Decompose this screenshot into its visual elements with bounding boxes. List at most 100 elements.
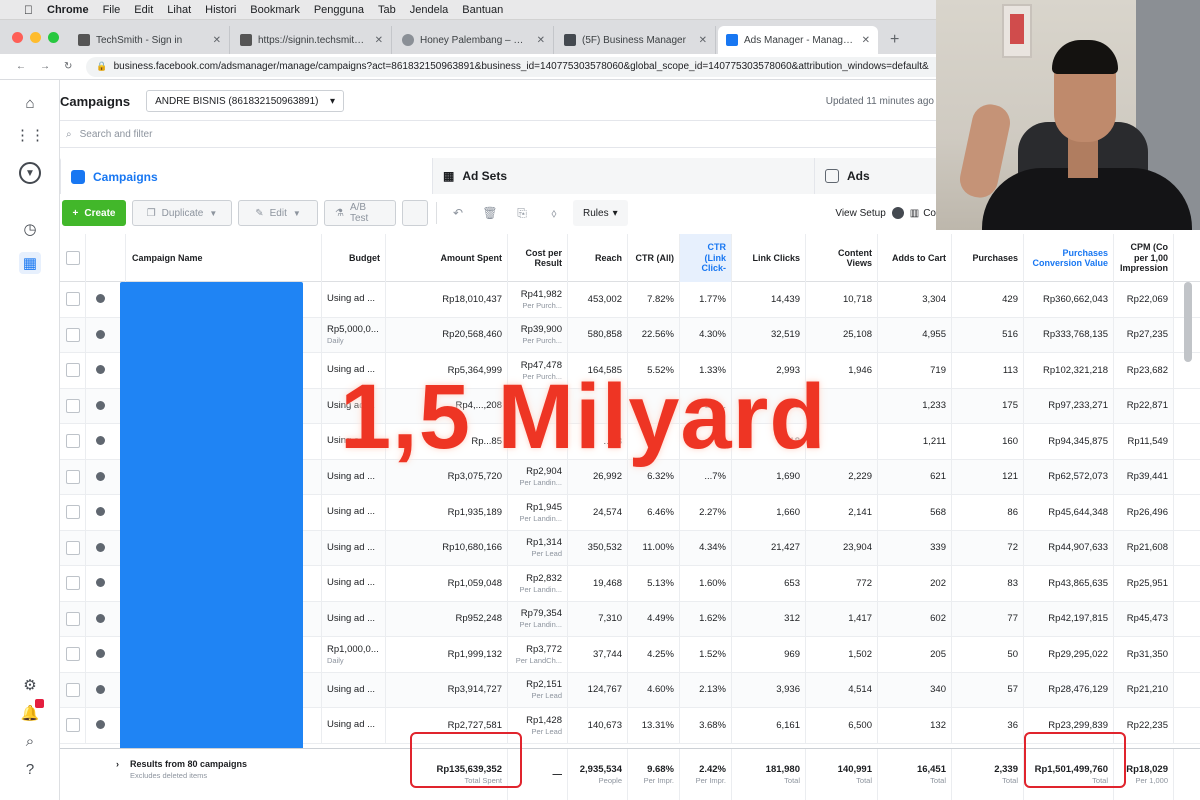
on-off-toggle[interactable] — [96, 471, 105, 481]
on-off-toggle[interactable] — [96, 684, 105, 694]
cell-conversion-value: Rp333,768,135 — [1024, 317, 1114, 352]
browser-tab[interactable]: Honey Palembang – Honey Pr...✕ — [394, 26, 554, 54]
row-checkbox[interactable] — [66, 576, 80, 591]
close-tab-icon[interactable]: ✕ — [862, 35, 870, 46]
edit-button[interactable]: ✎ Edit ▼ — [238, 200, 318, 226]
on-off-toggle[interactable] — [96, 542, 105, 552]
row-checkbox[interactable] — [66, 505, 80, 520]
col-cpm[interactable]: CPM (Co per 1,00 Impression — [1114, 234, 1174, 282]
settings-gear-icon[interactable]: ⚙ — [19, 674, 41, 696]
close-window-button[interactable] — [12, 32, 23, 43]
close-tab-icon[interactable]: ✕ — [213, 35, 221, 46]
menu-history[interactable]: Histori — [205, 4, 236, 16]
select-all-checkbox[interactable] — [66, 251, 80, 265]
row-checkbox[interactable] — [66, 540, 80, 555]
new-tab-button[interactable]: + — [880, 31, 909, 54]
browser-tab-active[interactable]: Ads Manager - Manage Ads ✕ — [718, 26, 878, 54]
row-checkbox[interactable] — [66, 647, 80, 662]
menu-help[interactable]: Bantuan — [462, 4, 503, 16]
close-tab-icon[interactable]: ✕ — [375, 35, 383, 46]
clock-icon[interactable]: ◷ — [19, 218, 41, 240]
on-off-toggle[interactable] — [96, 365, 105, 375]
row-checkbox[interactable] — [66, 718, 80, 733]
close-tab-icon[interactable]: ✕ — [537, 35, 545, 46]
on-off-toggle[interactable] — [96, 720, 105, 730]
view-setup-toggle[interactable]: View Setup — [835, 207, 904, 219]
row-checkbox[interactable] — [66, 327, 80, 342]
on-off-toggle[interactable] — [96, 613, 105, 623]
ad-account-dropdown[interactable]: ANDRE BISNIS (861832150963891) ▾ — [146, 90, 345, 112]
minimize-window-button[interactable] — [30, 32, 41, 43]
create-button[interactable]: + Create — [62, 200, 126, 226]
tab-ad-sets[interactable]: ▦ Ad Sets — [432, 158, 814, 194]
col-ctr-all[interactable]: CTR (All) — [628, 234, 680, 282]
notifications-bell-icon[interactable]: 🔔 — [19, 699, 44, 724]
cell-budget: Using ad ... — [322, 708, 386, 743]
menu-view[interactable]: Lihat — [167, 4, 191, 16]
on-off-toggle[interactable] — [96, 507, 105, 517]
menu-chrome[interactable]: Chrome — [47, 4, 89, 16]
menu-people[interactable]: Pengguna — [314, 4, 364, 16]
home-icon[interactable]: ⌂ — [19, 92, 41, 114]
col-cost-per-result[interactable]: Cost per Result — [508, 234, 568, 282]
tag-icon[interactable]: ⬨ — [541, 200, 567, 226]
menu-edit[interactable]: Edit — [134, 4, 153, 16]
forward-icon[interactable]: → — [40, 61, 50, 72]
apple-icon[interactable]:  — [24, 3, 33, 17]
menu-window[interactable]: Jendela — [410, 4, 449, 16]
browser-tab[interactable]: TechSmith - Sign in ✕ — [70, 26, 230, 54]
close-tab-icon[interactable]: ✕ — [699, 35, 707, 46]
col-reach[interactable]: Reach — [568, 234, 628, 282]
on-off-toggle[interactable] — [96, 649, 105, 659]
row-checkbox[interactable] — [66, 434, 80, 449]
table-vertical-scrollbar[interactable] — [1184, 282, 1192, 362]
col-budget[interactable]: Budget — [322, 234, 386, 282]
row-checkbox[interactable] — [66, 611, 80, 626]
menu-file[interactable]: File — [103, 4, 121, 16]
zoom-window-button[interactable] — [48, 32, 59, 43]
cell-ctr-link: 1.60% — [680, 566, 732, 601]
col-purchases-conversion-value[interactable]: Purchases Conversion Value — [1024, 234, 1114, 282]
on-off-toggle[interactable] — [96, 436, 105, 446]
all-tools-grid-icon[interactable]: ⋮⋮ — [15, 124, 45, 146]
browser-tab[interactable]: (5F) Business Manager ✕ — [556, 26, 716, 54]
reload-icon[interactable]: ↻ — [64, 61, 72, 72]
duplicate-button[interactable]: ❐ Duplicate ▼ — [132, 200, 232, 226]
tab-ads[interactable]: Ads — [814, 158, 940, 194]
on-off-toggle[interactable] — [96, 578, 105, 588]
on-off-toggle[interactable] — [96, 329, 105, 339]
on-off-toggle[interactable] — [96, 400, 105, 410]
campaigns-table-icon[interactable]: ▦ — [19, 252, 41, 274]
back-icon[interactable]: ← — [16, 61, 26, 72]
undo-icon[interactable]: ↶ — [445, 200, 471, 226]
search-filter-bar[interactable]: ⌕ Search and filter — [60, 120, 940, 148]
tab-campaigns[interactable]: Campaigns — [60, 158, 432, 194]
col-link-clicks[interactable]: Link Clicks — [732, 234, 806, 282]
more-button[interactable] — [402, 200, 428, 226]
col-content-views[interactable]: Content Views — [806, 234, 878, 282]
help-icon[interactable]: ? — [19, 758, 41, 780]
row-checkbox[interactable] — [66, 292, 80, 307]
totals-chevron-icon[interactable]: › — [116, 759, 119, 769]
col-ctr-link[interactable]: CTR (Link Click- — [680, 234, 732, 282]
preview-icon[interactable]: ⎘ — [509, 200, 535, 226]
row-checkbox[interactable] — [66, 469, 80, 484]
search-icon[interactable]: ⌕ — [19, 730, 41, 752]
row-checkbox[interactable] — [66, 682, 80, 697]
browser-tab[interactable]: https://signin.techsmith.com✕ — [232, 26, 392, 54]
on-off-toggle[interactable] — [96, 294, 105, 304]
account-avatar-icon[interactable]: ▼ — [19, 162, 41, 184]
col-campaign-name[interactable]: Campaign Name — [126, 234, 322, 282]
rules-button[interactable]: Rules ▾ — [573, 200, 628, 226]
search-input[interactable]: Search and filter — [80, 129, 153, 140]
row-checkbox[interactable] — [66, 363, 80, 378]
col-purchases[interactable]: Purchases — [952, 234, 1024, 282]
menu-tab[interactable]: Tab — [378, 4, 396, 16]
col-amount-spent[interactable]: Amount Spent — [386, 234, 508, 282]
col-adds-to-cart[interactable]: Adds to Cart — [878, 234, 952, 282]
menu-bookmark[interactable]: Bookmark — [250, 4, 300, 16]
row-checkbox[interactable] — [66, 398, 80, 413]
ab-test-button[interactable]: ⚗ A/B Test — [324, 200, 396, 226]
cell-purchases: 86 — [952, 495, 1024, 530]
trash-icon[interactable]: 🗑 — [477, 200, 503, 226]
